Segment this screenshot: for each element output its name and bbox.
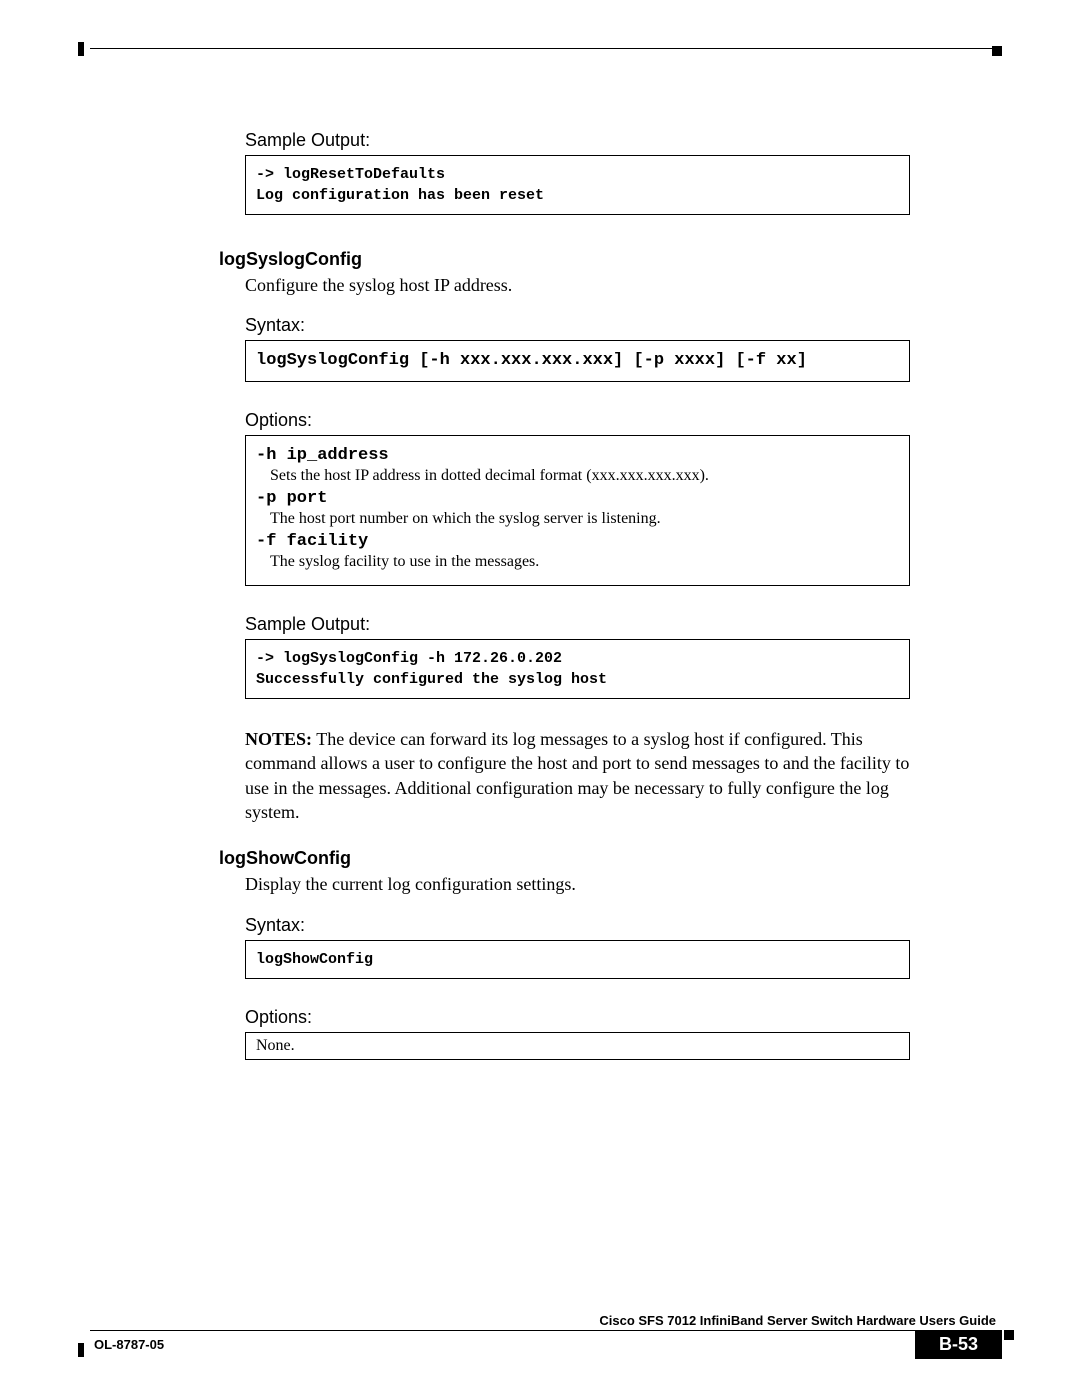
opt-h-desc: Sets the host IP address in dotted decim… xyxy=(270,467,899,485)
logSyslogConfig-heading: logSyslogConfig xyxy=(219,249,910,270)
code-line: logSyslogConfig [-h xxx.xxx.xxx.xxx] [-p… xyxy=(256,351,807,370)
syntax-box-2: logShowConfig xyxy=(245,940,910,979)
crop-mark-tl xyxy=(78,42,84,56)
sample-output-box-1: -> logResetToDefaults Log configuration … xyxy=(245,155,910,215)
sample-output-box-2: -> logSyslogConfig -h 172.26.0.202 Succe… xyxy=(245,639,910,699)
notes-text: The device can forward its log messages … xyxy=(245,729,909,822)
logShowConfig-heading: logShowConfig xyxy=(219,848,910,869)
syntax-label-2: Syntax: xyxy=(245,915,910,936)
top-rule xyxy=(90,48,1002,49)
sample-output-label-2: Sample Output: xyxy=(245,614,910,635)
footer-doc-title: Cisco SFS 7012 InfiniBand Server Switch … xyxy=(90,1313,1002,1328)
options-label-2: Options: xyxy=(245,1007,910,1028)
sample-output-label-1: Sample Output: xyxy=(245,130,910,151)
code-line: Log configuration has been reset xyxy=(256,187,544,204)
options-box-2: None. xyxy=(245,1032,910,1060)
opt-p: -p port xyxy=(256,489,899,508)
main-content: Sample Output: -> logResetToDefaults Log… xyxy=(245,130,910,1060)
code-line: Successfully configured the syslog host xyxy=(256,671,607,688)
syntax-box-1: logSyslogConfig [-h xxx.xxx.xxx.xxx] [-p… xyxy=(245,340,910,382)
code-line: -> logResetToDefaults xyxy=(256,166,445,183)
notes-paragraph: NOTES: The device can forward its log me… xyxy=(245,727,910,824)
code-line: logShowConfig xyxy=(256,951,373,968)
crop-mark-bl xyxy=(78,1343,84,1357)
options-none: None. xyxy=(256,1037,295,1054)
footer-doc-id: OL-8787-05 xyxy=(90,1337,164,1352)
opt-h: -h ip_address xyxy=(256,446,899,465)
page-number: B-53 xyxy=(915,1330,1002,1359)
logShowConfig-desc: Display the current log configuration se… xyxy=(245,873,910,896)
logSyslogConfig-desc: Configure the syslog host IP address. xyxy=(245,274,910,297)
options-box-1: -h ip_address Sets the host IP address i… xyxy=(245,435,910,586)
code-line: -> logSyslogConfig -h 172.26.0.202 xyxy=(256,650,562,667)
opt-p-desc: The host port number on which the syslog… xyxy=(270,510,899,528)
crop-mark-tr xyxy=(992,46,1002,56)
opt-f-desc: The syslog facility to use in the messag… xyxy=(270,553,899,571)
crop-mark-br xyxy=(1004,1330,1014,1340)
notes-label: NOTES: xyxy=(245,729,312,749)
opt-f: -f facility xyxy=(256,532,899,551)
options-label-1: Options: xyxy=(245,410,910,431)
footer: Cisco SFS 7012 InfiniBand Server Switch … xyxy=(90,1330,1002,1371)
syntax-label-1: Syntax: xyxy=(245,315,910,336)
